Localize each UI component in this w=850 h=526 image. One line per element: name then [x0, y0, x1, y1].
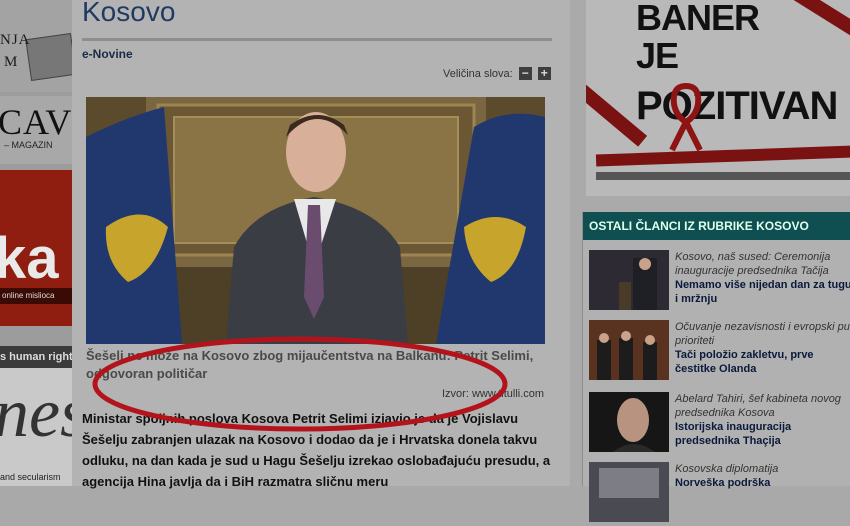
- article-column: Kosovo e-Novine Veličina slova: − + Šeše…: [72, 0, 570, 489]
- thumbnail-image: [589, 250, 669, 310]
- article-kicker: Abelard Tahiri, šef kabineta novog preds…: [675, 393, 841, 419]
- article-source[interactable]: e-Novine: [82, 47, 133, 61]
- banner-line-2: JE: [636, 35, 679, 76]
- related-article-item[interactable]: Abelard Tahiri, šef kabineta novog preds…: [589, 392, 850, 456]
- article-thumbnail[interactable]: [589, 320, 669, 380]
- newspaper-banner[interactable]: NJA M: [0, 0, 72, 92]
- banner-subtext: and secularism: [0, 472, 61, 482]
- banner-logo-text: CAV: [0, 102, 72, 142]
- article-thumbnail[interactable]: [589, 392, 669, 452]
- related-article-item[interactable]: Očuvanje nezavisnosti i evropski put pri…: [589, 320, 850, 384]
- related-articles-box: OSTALI ČLANCI IZ RUBRIKE KOSOVO Kosovo, …: [582, 212, 850, 522]
- baner-je-pozitivan-banner[interactable]: BANER JE POZITIVAN: [586, 0, 850, 196]
- article-headline[interactable]: Tači položio zakletvu, prve čestitke Ola…: [675, 348, 850, 376]
- banner-line-3: POZITIVAN: [636, 84, 838, 128]
- article-headline[interactable]: Norveška podrška: [675, 476, 850, 490]
- photo-credit[interactable]: Izvor: www.titulli.com: [442, 388, 544, 400]
- article-thumbnail[interactable]: [589, 462, 669, 522]
- related-article-item[interactable]: Kosovska diplomatija Norveška podrška: [589, 462, 850, 526]
- magazine-banner[interactable]: CAV – MAGAZIN: [0, 96, 72, 164]
- article-photo: [86, 97, 545, 344]
- human-rights-banner[interactable]: s human rights nes and secularism: [0, 346, 72, 486]
- thumbnail-image: [589, 462, 669, 522]
- banner-text: NJA: [0, 32, 31, 48]
- page-title[interactable]: Kosovo: [82, 0, 175, 28]
- photo-caption: Šešelj ne može na Kosovo zbog mijaučents…: [86, 348, 534, 381]
- awareness-ribbon-icon: [669, 82, 703, 152]
- font-increase-button[interactable]: +: [537, 67, 551, 80]
- photo-illustration: [86, 97, 545, 344]
- thumbnail-image: [589, 392, 669, 452]
- red-ad-banner[interactable]: ka online mislioca: [0, 170, 72, 326]
- banner-subtext: – MAGAZIN: [4, 140, 53, 150]
- font-size-control: Veličina slova: − +: [443, 67, 551, 80]
- font-size-label: Veličina slova:: [443, 67, 513, 80]
- article-thumbnail[interactable]: [589, 250, 669, 310]
- newspaper-icon: [25, 33, 72, 81]
- title-divider: [82, 38, 552, 41]
- font-decrease-button[interactable]: −: [518, 67, 532, 80]
- thumbnail-image: [589, 320, 669, 380]
- article-headline[interactable]: Istorijska inauguracija predsednika Thaç…: [675, 420, 850, 448]
- banner-stripe: [596, 172, 850, 180]
- left-ad-column: NJA M CAV – MAGAZIN ka online mislioca s…: [0, 0, 72, 486]
- banner-subtext: s human rights: [0, 346, 72, 368]
- banner-stripe: [782, 0, 850, 57]
- banner-logo-text: ka: [0, 226, 59, 291]
- right-column: BANER JE POZITIVAN OSTALI ČLANCI IZ RUBR…: [570, 0, 850, 522]
- related-articles-heading[interactable]: OSTALI ČLANCI IZ RUBRIKE KOSOVO: [583, 212, 850, 240]
- article-kicker: Kosovska diplomatija: [675, 463, 779, 475]
- banner-line-1: BANER: [636, 0, 760, 38]
- article-kicker: Kosovo, naš sused: Ceremonija inauguraci…: [675, 251, 831, 277]
- article-headline[interactable]: Nemamo više nijedan dan za tugu i mržnju: [675, 278, 850, 306]
- article-lead: Ministar spoljnih poslova Kosova Petrit …: [82, 411, 551, 489]
- article-kicker: Očuvanje nezavisnosti i evropski put pri…: [675, 321, 850, 347]
- banner-text: M: [4, 54, 18, 70]
- banner-subtext: online mislioca: [0, 288, 72, 304]
- banner-logo-text: nes: [0, 375, 72, 452]
- banner-stripe: [595, 145, 850, 167]
- related-article-item[interactable]: Kosovo, naš sused: Ceremonija inauguraci…: [589, 250, 850, 314]
